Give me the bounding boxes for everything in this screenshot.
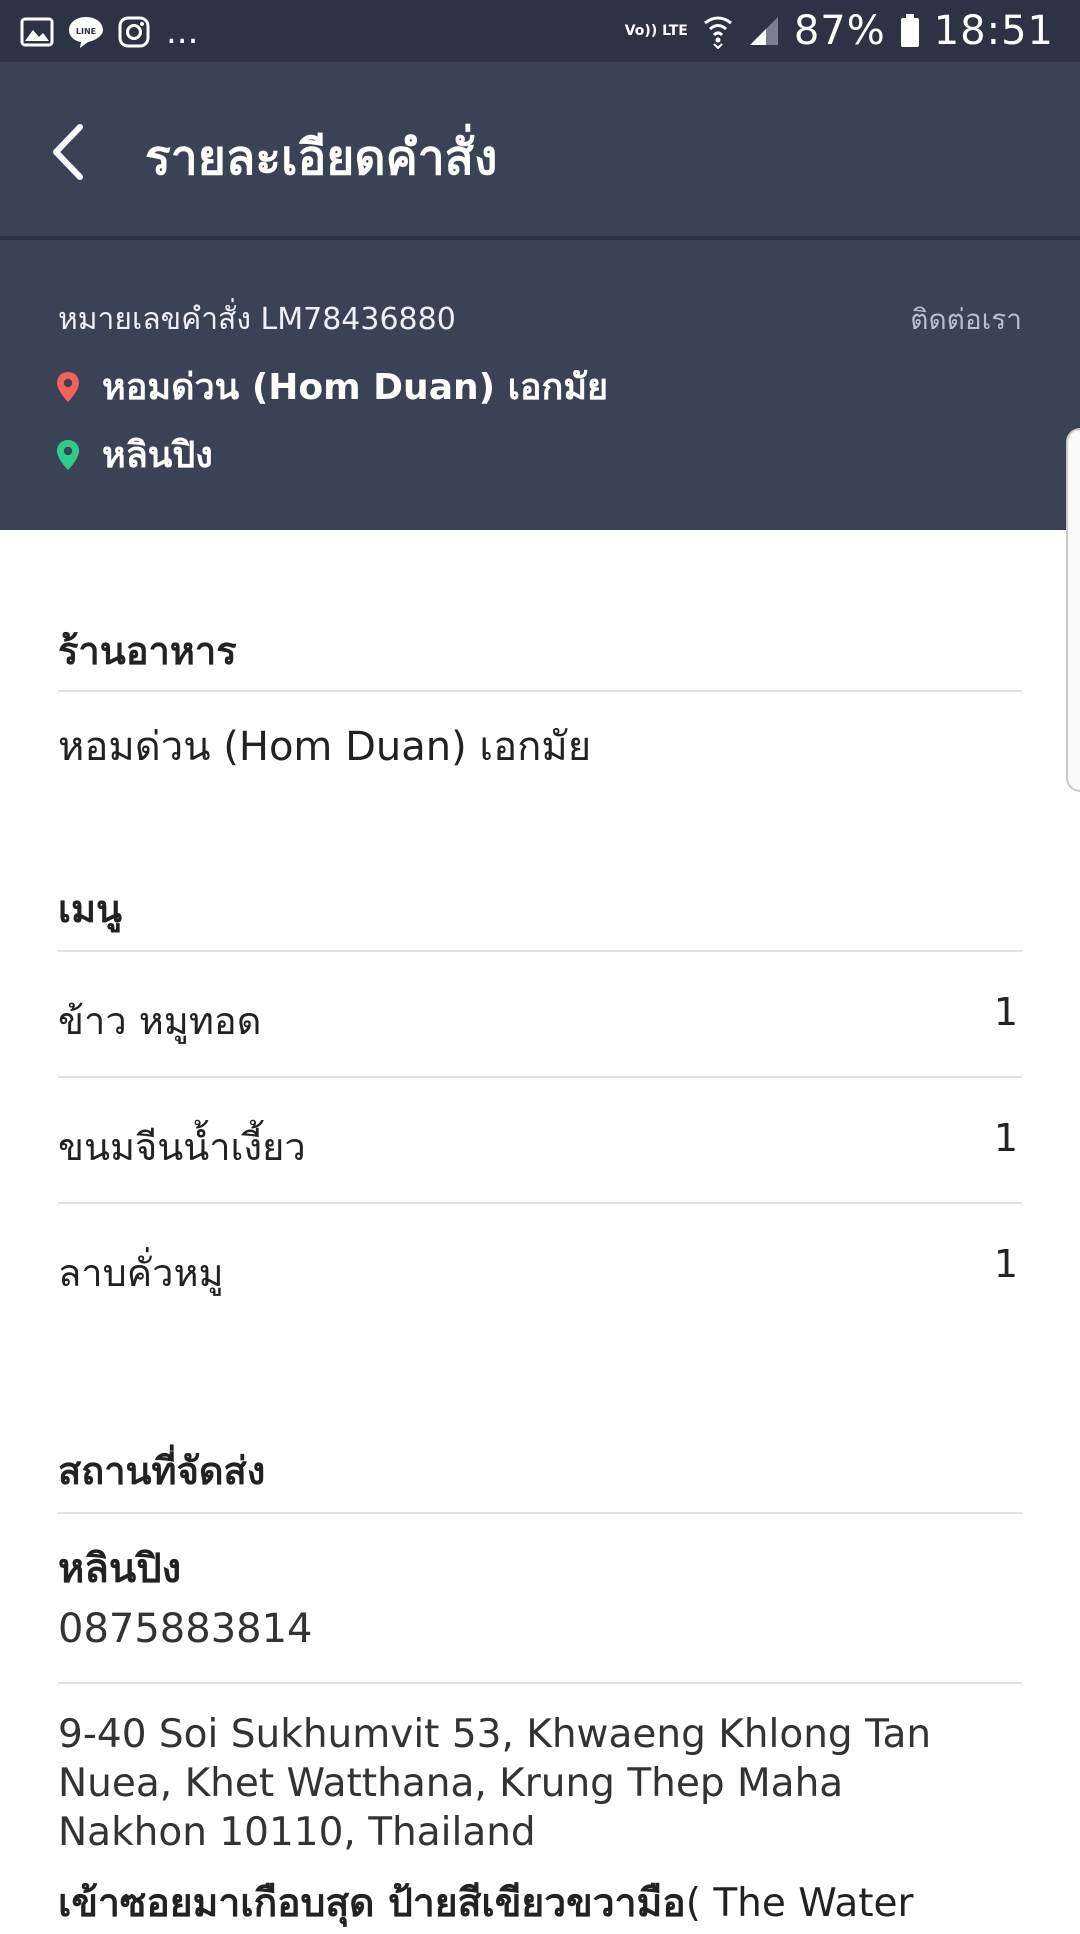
divider (58, 1512, 1022, 1514)
gallery-icon (20, 17, 54, 47)
order-number: หมายเลขคำสั่ง LM78436880 (58, 302, 456, 337)
status-bar-system: Vo)) LTE 87% 18:51 (625, 8, 1054, 54)
contact-us-link[interactable]: ติดต่อเรา (910, 298, 1022, 342)
wifi-icon (702, 13, 734, 49)
dropoff-location-name: หลินปิง (102, 435, 213, 476)
status-bar-notifications: LINE ... (20, 12, 198, 52)
restaurant-name: หอมด่วน (Hom Duan) เอกมัย (58, 724, 592, 770)
app-bar: รายละเอียดคำสั่ง (0, 62, 1080, 236)
divider (58, 950, 1022, 952)
menu-heading: เมนู (58, 887, 123, 931)
menu-item-name: ขนมจีนน้ำเงี้ยว (58, 1125, 306, 1169)
divider (58, 1682, 1022, 1684)
recipient-phone: 0875883814 (58, 1606, 313, 1652)
pickup-pin-icon (57, 371, 79, 402)
divider (58, 690, 1022, 692)
pickup-location-name: หอมด่วน (Hom Duan) เอกมัย (102, 367, 609, 408)
delivery-address: 9-40 Soi Sukhumvit 53, Khwaeng Khlong Ta… (58, 1712, 932, 1855)
recipient-name: หลินปิง (58, 1546, 182, 1592)
delivery-note-bold: เข้าซอยมาเกือบสุด ป้ายสีเขียวขวามือ (58, 1881, 686, 1926)
side-panel-handle[interactable] (1066, 428, 1080, 792)
instagram-icon (118, 16, 150, 48)
menu-item-quantity: 1 (993, 990, 1018, 1034)
delivery-note-rest: ( The Water (685, 1881, 914, 1926)
page-title: รายละเอียดคำสั่ง (145, 130, 498, 186)
back-button[interactable] (40, 117, 100, 187)
dropoff-location: หลินปิง (56, 426, 213, 483)
more-notifications: ... (166, 12, 199, 52)
signal-icon (748, 15, 780, 47)
delivery-note: เข้าซอยมาเกือบสุด ป้ายสีเขียวขวามือ( The… (58, 1872, 1058, 1934)
clock: 18:51 (933, 8, 1054, 54)
status-bar: LINE ... Vo)) LTE 87% 18:51 (0, 0, 1080, 62)
dropoff-pin-icon (57, 439, 79, 470)
back-arrow-icon (53, 124, 83, 180)
delivery-location-heading: สถานที่จัดส่ง (58, 1449, 266, 1493)
menu-item-quantity: 1 (993, 1116, 1018, 1160)
battery-icon (900, 14, 920, 48)
line-icon: LINE (68, 15, 104, 49)
menu-item-name: ลาบคั่วหมู (58, 1251, 224, 1295)
divider (58, 1202, 1022, 1204)
order-header: หมายเลขคำสั่ง LM78436880 ติดต่อเรา หอมด่… (0, 240, 1080, 530)
restaurant-heading: ร้านอาหาร (58, 629, 237, 673)
menu-item-name: ข้าว หมูทอด (58, 999, 262, 1043)
pickup-location: หอมด่วน (Hom Duan) เอกมัย (56, 358, 608, 415)
volte-indicator: Vo)) LTE (624, 22, 688, 39)
menu-item-quantity: 1 (993, 1242, 1018, 1286)
battery-percentage: 87% (793, 8, 886, 54)
divider (58, 1076, 1022, 1078)
svg-text:LINE: LINE (76, 27, 96, 36)
